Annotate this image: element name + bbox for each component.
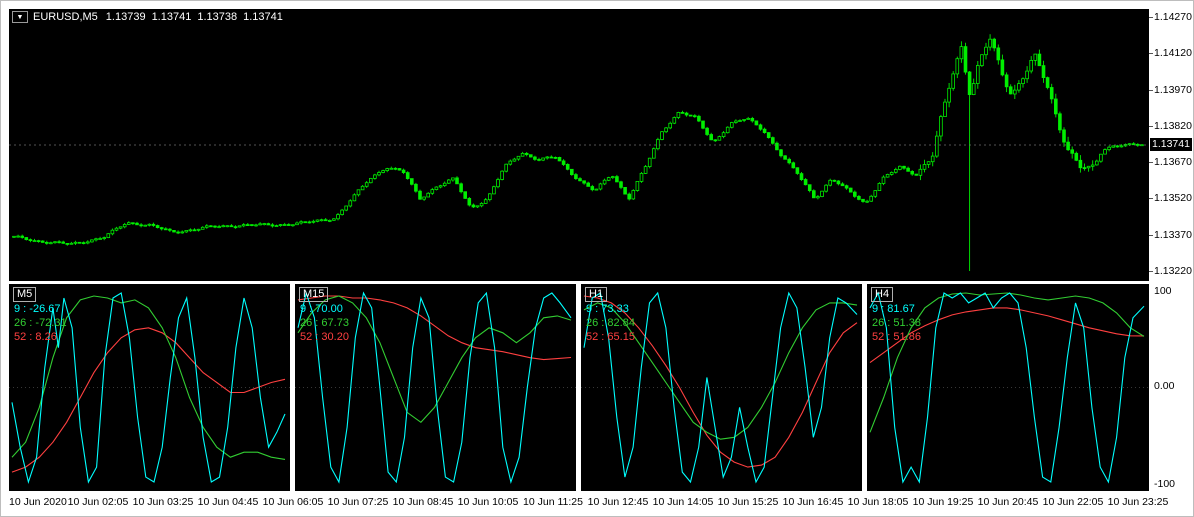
panel-label-m5: M5 bbox=[13, 287, 37, 302]
time-axis-label: 10 Jun 23:25 bbox=[1107, 496, 1169, 508]
main-chart-window[interactable]: ▼ EURUSD,M5 1.13739 1.13741 1.13738 1.13… bbox=[9, 9, 1149, 281]
main-chart-canvas[interactable] bbox=[9, 9, 1149, 281]
price-scale-label: 1.13820 bbox=[1154, 119, 1192, 132]
time-axis-label: 10 Jun 20:45 bbox=[977, 496, 1039, 508]
oscillator-scale-top: 100 bbox=[1154, 285, 1172, 297]
time-axis-label: 10 Jun 22:05 bbox=[1042, 496, 1104, 508]
time-axis-label: 10 Jun 03:25 bbox=[132, 496, 194, 508]
price-scale-tick bbox=[1149, 89, 1153, 91]
oscillator-panel-m15[interactable]: M15 9 : 70.00 26 : 67.73 52 : 30.20 bbox=[295, 284, 576, 491]
indicator-value-row: 26 : 82.84 bbox=[586, 317, 635, 329]
price-scale-tick bbox=[1149, 234, 1153, 236]
time-axis-label: 10 Jun 16:45 bbox=[782, 496, 844, 508]
time-axis-label: 10 Jun 18:05 bbox=[847, 496, 909, 508]
symbol-dropdown-button[interactable]: ▼ bbox=[12, 11, 28, 23]
price-scale-label: 1.14120 bbox=[1154, 47, 1192, 60]
time-axis-label: 10 Jun 07:25 bbox=[327, 496, 389, 508]
indicator-value-row: 9 : 81.67 bbox=[872, 303, 915, 315]
panel-label-h4: H4 bbox=[871, 287, 894, 302]
oscillator-panel-h4[interactable]: H4 9 : 81.67 26 : 51.38 52 : 51.86 bbox=[867, 284, 1149, 491]
time-axis-label: 10 Jun 11:25 bbox=[523, 496, 583, 508]
time-axis-label: 10 Jun 14:05 bbox=[652, 496, 714, 508]
current-price-marker: 1.13741 bbox=[1150, 137, 1192, 151]
indicator-value-row: 52 : 65.15 bbox=[586, 331, 635, 343]
time-axis-label: 10 Jun 2020 bbox=[9, 496, 67, 508]
price-scale-tick bbox=[1149, 162, 1153, 164]
ohlc-low: 1.13738 bbox=[197, 11, 238, 23]
oscillator-scale-bottom: -100 bbox=[1154, 478, 1176, 490]
price-scale-label: 1.13670 bbox=[1154, 156, 1192, 169]
ohlc-high: 1.13741 bbox=[151, 11, 192, 23]
time-axis-label: 10 Jun 19:25 bbox=[912, 496, 974, 508]
time-axis-label: 10 Jun 15:25 bbox=[717, 496, 779, 508]
time-axis-label: 10 Jun 04:45 bbox=[197, 496, 259, 508]
panel-label-h1: H1 bbox=[585, 287, 608, 302]
price-scale-tick bbox=[1149, 198, 1153, 200]
price-scale-tick bbox=[1149, 125, 1153, 127]
time-axis-label: 10 Jun 10:05 bbox=[457, 496, 519, 508]
price-scale-tick bbox=[1149, 271, 1153, 272]
panel-label-m15: M15 bbox=[299, 287, 329, 302]
oscillator-line-52 bbox=[11, 327, 286, 473]
ohlc-readout: ▼ EURUSD,M5 1.13739 1.13741 1.13738 1.13… bbox=[12, 11, 289, 23]
oscillator-panel-m5[interactable]: M5 9 : -26.67 26 : -72.31 52 : 8.26 bbox=[9, 284, 290, 491]
price-scale-label: 1.13370 bbox=[1154, 228, 1192, 241]
indicator-value-row: 52 : 51.86 bbox=[872, 331, 921, 343]
indicator-value-row: 9 : -26.67 bbox=[14, 303, 61, 315]
trading-terminal: ▼ EURUSD,M5 1.13739 1.13741 1.13738 1.13… bbox=[0, 0, 1194, 517]
ohlc-open: 1.13739 bbox=[105, 11, 146, 23]
price-scale-label: 1.13520 bbox=[1154, 192, 1192, 205]
indicator-value-row: 26 : -72.31 bbox=[14, 317, 67, 329]
price-scale-tick bbox=[1149, 17, 1153, 18]
time-axis-label: 10 Jun 12:45 bbox=[587, 496, 649, 508]
price-scale-label: 1.13970 bbox=[1154, 83, 1192, 96]
time-axis-label: 10 Jun 06:05 bbox=[262, 496, 324, 508]
indicator-value-row: 52 : 8.26 bbox=[14, 331, 57, 343]
indicator-value-row: 26 : 51.38 bbox=[872, 317, 921, 329]
ohlc-close: 1.13741 bbox=[243, 11, 283, 23]
indicator-value-row: 9 : 70.00 bbox=[300, 303, 343, 315]
indicator-value-row: 26 : 67.73 bbox=[300, 317, 349, 329]
oscillator-panel-h1[interactable]: H1 9 : 73.33 26 : 82.84 52 : 65.15 bbox=[581, 284, 862, 491]
indicator-value-row: 52 : 30.20 bbox=[300, 331, 349, 343]
price-scale-tick bbox=[1149, 53, 1153, 55]
price-scale-label: 1.13220 bbox=[1154, 265, 1192, 277]
oscillator-scale-mid: 0.00 bbox=[1154, 380, 1175, 392]
dropdown-arrow-icon: ▼ bbox=[16, 13, 24, 21]
indicator-value-row: 9 : 73.33 bbox=[586, 303, 629, 315]
symbol-label: EURUSD,M5 bbox=[33, 11, 98, 23]
time-axis-label: 10 Jun 08:45 bbox=[392, 496, 454, 508]
price-scale-label: 1.14270 bbox=[1154, 11, 1192, 23]
time-axis-label: 10 Jun 02:05 bbox=[67, 496, 129, 508]
